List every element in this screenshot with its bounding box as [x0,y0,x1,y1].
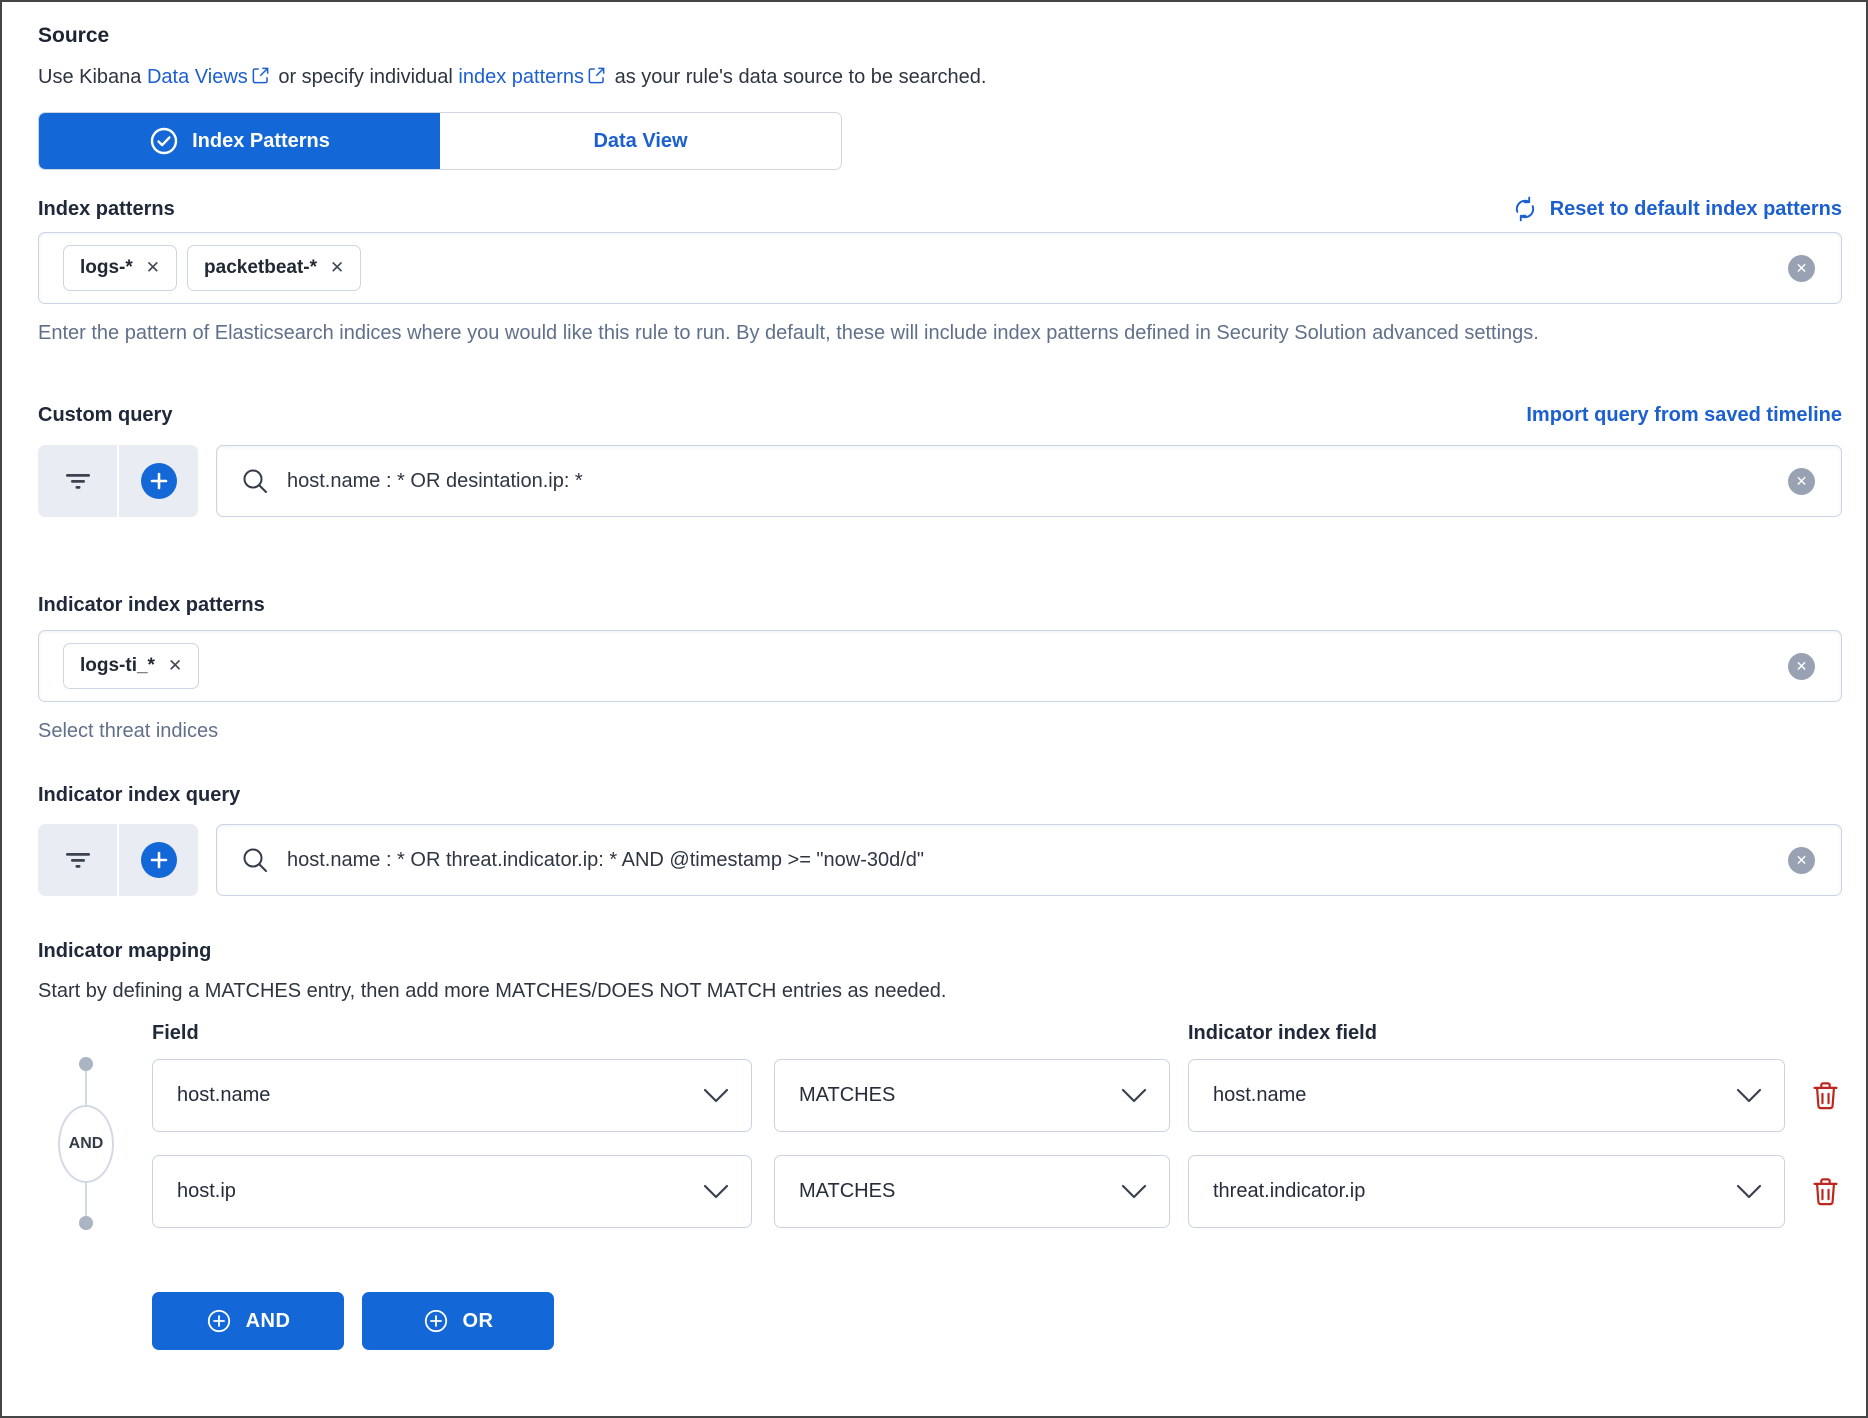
query-addon-group [38,824,198,896]
clear-icon[interactable]: ✕ [1788,255,1815,282]
query-value: host.name : * OR desintation.ip: * [287,470,583,493]
filter-button[interactable] [38,824,117,896]
indicator-index-patterns-help: Select threat indices [38,717,1788,746]
and-connector-badge: AND [58,1105,114,1183]
operator-select[interactable]: MATCHES [774,1059,1170,1132]
delete-row-button[interactable] [1812,1080,1839,1111]
toggle-data-view[interactable]: Data View [440,113,841,169]
import-query-link[interactable]: Import query from saved timeline [1526,404,1842,427]
search-icon [241,467,269,495]
plus-circle-icon [423,1308,449,1334]
rule-source-step: Source Use Kibana Data Views or specify … [0,0,1868,1418]
delete-row-button[interactable] [1812,1176,1839,1207]
connector-dot [79,1216,93,1230]
filter-icon [65,849,91,871]
indicator-index-query-input[interactable]: host.name : * OR threat.indicator.ip: * … [216,824,1842,896]
indicator-field-select[interactable]: threat.indicator.ip [1188,1155,1785,1228]
filter-button[interactable] [38,445,117,517]
toggle-index-patterns[interactable]: Index Patterns [39,113,440,169]
add-filter-button[interactable] [117,445,198,517]
trash-icon [1812,1176,1839,1207]
indicator-mapping-help: Start by defining a MATCHES entry, then … [38,977,1842,1005]
indicator-index-patterns-combobox[interactable]: logs-ti_* ✕ ✕ [38,630,1842,702]
mapping-row: host.name MATCHES host.name [152,1059,1842,1132]
index-patterns-link[interactable]: index patterns [458,66,584,88]
external-link-icon [251,68,270,90]
data-source-toggle-group: Index Patterns Data View [38,112,842,170]
field-select[interactable]: host.ip [152,1155,752,1228]
chevron-down-icon [1736,1184,1762,1199]
data-views-link[interactable]: Data Views [147,66,248,88]
index-patterns-help: Enter the pattern of Elasticsearch indic… [38,319,1788,348]
field-select[interactable]: host.name [152,1059,752,1132]
custom-query-bar: host.name : * OR desintation.ip: * ✕ [38,445,1842,517]
indicator-mapping-label: Indicator mapping [38,938,1842,964]
index-patterns-label: Index patterns [38,196,175,222]
chevron-down-icon [1121,1088,1147,1103]
page-title: Source [38,22,1842,50]
indicator-index-pattern-tag: logs-ti_* ✕ [63,643,199,689]
add-filter-button[interactable] [117,824,198,896]
clear-icon[interactable]: ✕ [1788,468,1815,495]
connector-dot [79,1057,93,1071]
reset-index-patterns-link[interactable]: Reset to default index patterns [1512,196,1842,222]
custom-query-label: Custom query [38,402,172,428]
plus-icon [141,842,177,878]
query-addon-group [38,445,198,517]
operator-select[interactable]: MATCHES [774,1155,1170,1228]
index-pattern-tag: packetbeat-* ✕ [187,245,361,291]
search-icon [241,846,269,874]
indicator-field-column-header: Indicator index field [1188,1020,1377,1046]
custom-query-input[interactable]: host.name : * OR desintation.ip: * ✕ [216,445,1842,517]
plus-circle-icon [206,1308,232,1334]
plus-icon [141,463,177,499]
indicator-field-select[interactable]: host.name [1188,1059,1785,1132]
external-link-icon [587,68,606,90]
source-description: Use Kibana Data Views or specify individ… [38,63,1842,91]
chevron-down-icon [703,1088,729,1103]
chevron-down-icon [703,1184,729,1199]
add-and-button[interactable]: AND [152,1292,344,1350]
indicator-index-patterns-label: Indicator index patterns [38,592,1842,618]
remove-tag-icon[interactable]: ✕ [168,656,182,676]
index-patterns-combobox[interactable]: logs-* ✕ packetbeat-* ✕ ✕ [38,232,1842,304]
mapping-row: host.ip MATCHES threat.indicator.ip [152,1155,1842,1228]
trash-icon [1812,1080,1839,1111]
field-column-header: Field [152,1020,199,1046]
indicator-index-query-label: Indicator index query [38,782,1842,808]
remove-tag-icon[interactable]: ✕ [330,258,344,278]
index-pattern-tag: logs-* ✕ [63,245,177,291]
clear-icon[interactable]: ✕ [1788,653,1815,680]
check-circle-icon [149,126,179,156]
add-or-button[interactable]: OR [362,1292,554,1350]
remove-tag-icon[interactable]: ✕ [146,258,160,278]
clear-icon[interactable]: ✕ [1788,847,1815,874]
chevron-down-icon [1736,1088,1762,1103]
query-value: host.name : * OR threat.indicator.ip: * … [287,849,924,872]
refresh-icon [1512,196,1538,222]
indicator-mapping-rows: AND host.name MATCHES host.name host.ip [38,1059,1842,1228]
filter-icon [65,470,91,492]
indicator-index-query-bar: host.name : * OR threat.indicator.ip: * … [38,824,1842,896]
chevron-down-icon [1121,1184,1147,1199]
